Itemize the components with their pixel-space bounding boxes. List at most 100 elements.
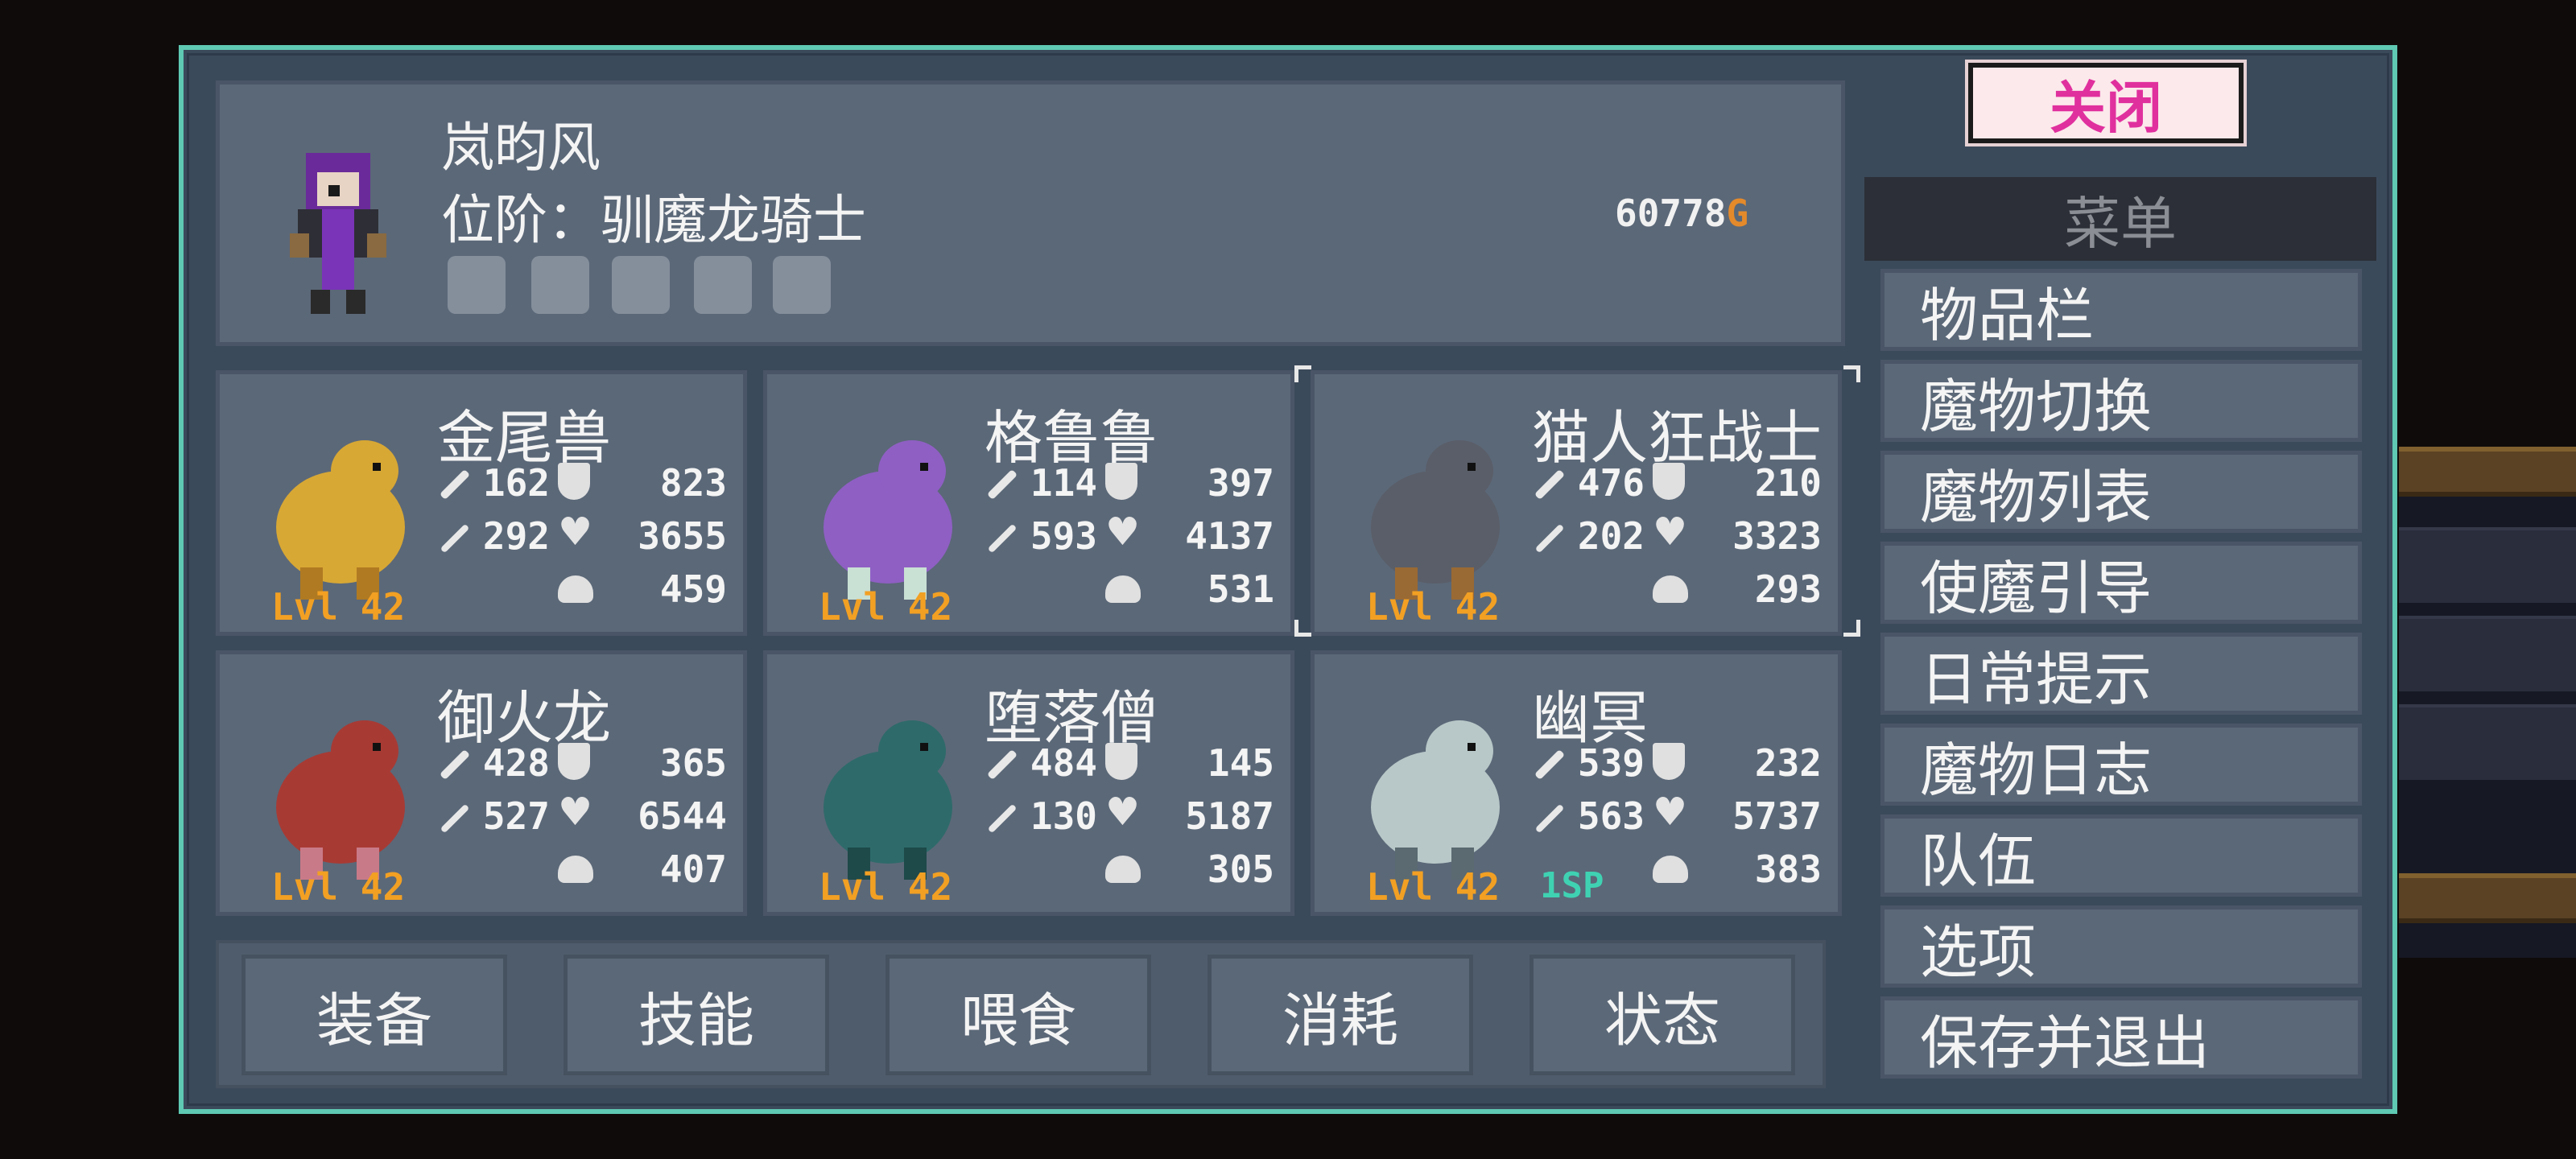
monster-magic-attack: 130 <box>1030 794 1097 838</box>
dungeon-background <box>2399 447 2576 958</box>
monster-level: Lvl 42 <box>271 585 406 629</box>
monster-magic-attack: 563 <box>1577 794 1645 838</box>
monster-weight: 383 <box>1754 848 1822 891</box>
menu-item-save-and-quit[interactable]: 保存并退出 <box>1880 996 2362 1079</box>
defense-icon <box>558 463 590 500</box>
menu-item-inventory[interactable]: 物品栏 <box>1880 269 2362 351</box>
monster-magic-attack: 292 <box>482 514 550 558</box>
monster-defense: 397 <box>1207 461 1274 505</box>
monster-weight: 293 <box>1754 567 1822 611</box>
menu-title: 菜单 <box>1864 177 2376 261</box>
selection-corner-icon <box>1294 365 1311 382</box>
defense-icon <box>558 743 590 780</box>
monster-sprite <box>824 720 952 880</box>
close-button[interactable]: 关闭 <box>1965 60 2247 146</box>
monster-card[interactable]: 金尾兽 162 823 292 ♥ 3655 459 Lvl 42 <box>216 370 747 636</box>
menu-item-options[interactable]: 选项 <box>1880 905 2362 988</box>
monster-health: 3655 <box>638 514 727 558</box>
weight-icon <box>558 575 593 603</box>
wall-brick-gold <box>2399 447 2576 497</box>
weight-icon <box>558 856 593 883</box>
monster-attack: 428 <box>482 741 550 785</box>
weapon-slot-icon[interactable] <box>448 256 506 314</box>
wall-brick-gold <box>2399 873 2576 923</box>
health-icon: ♥ <box>1105 790 1141 835</box>
monster-defense: 365 <box>659 741 727 785</box>
monster-health: 6544 <box>638 794 727 838</box>
monster-weight: 531 <box>1207 567 1274 611</box>
consume-button[interactable]: 消耗 <box>1208 955 1473 1075</box>
monster-sprite <box>276 440 405 600</box>
monster-health: 3323 <box>1732 514 1822 558</box>
monster-weight: 407 <box>659 848 727 891</box>
wall-brick <box>2399 527 2576 603</box>
health-icon: ♥ <box>1653 509 1688 555</box>
monster-sprite <box>1371 720 1500 880</box>
monster-sprite <box>824 440 952 600</box>
health-icon: ♥ <box>558 509 593 555</box>
status-button[interactable]: 状态 <box>1530 955 1795 1075</box>
monster-card[interactable]: 幽冥 539 232 563 ♥ 5737 383 Lvl 42 1SP <box>1311 650 1842 916</box>
monster-attack: 114 <box>1030 461 1097 505</box>
monster-attack: 539 <box>1577 741 1645 785</box>
monster-sprite <box>1371 440 1500 600</box>
health-icon: ♥ <box>1653 790 1688 835</box>
health-icon: ♥ <box>558 790 593 835</box>
helmet-slot-icon[interactable] <box>612 256 670 314</box>
weight-icon <box>1653 575 1688 603</box>
monster-card[interactable]: 猫人狂战士 476 210 202 ♥ 3323 293 Lvl 42 <box>1311 370 1842 636</box>
skills-button[interactable]: 技能 <box>564 955 829 1075</box>
monster-defense: 145 <box>1207 741 1274 785</box>
monster-magic-attack: 202 <box>1577 514 1645 558</box>
defense-icon <box>1105 743 1137 780</box>
health-icon: ♥ <box>1105 509 1141 555</box>
player-rank: 位阶：驯魔龙骑士 <box>441 189 866 251</box>
weight-icon <box>1105 575 1141 603</box>
weight-icon <box>1105 856 1141 883</box>
gold-display: 60778G <box>1615 192 1748 235</box>
monster-magic-attack: 527 <box>482 794 550 838</box>
equip-button[interactable]: 装备 <box>242 955 507 1075</box>
menu-item-monster-list[interactable]: 魔物列表 <box>1880 451 2362 533</box>
menu-item-daily-tips[interactable]: 日常提示 <box>1880 633 2362 715</box>
gold-unit: G <box>1726 192 1749 235</box>
monster-magic-attack: 593 <box>1030 514 1097 558</box>
monster-attack: 162 <box>482 461 550 505</box>
gold-amount: 60778 <box>1615 192 1727 235</box>
defense-icon <box>1653 743 1685 780</box>
armor-slot-icon[interactable] <box>531 256 589 314</box>
menu-item-monster-switch[interactable]: 魔物切换 <box>1880 360 2362 442</box>
monster-defense: 823 <box>659 461 727 505</box>
ring-slot-icon[interactable] <box>773 256 831 314</box>
monster-level: Lvl 42 <box>1366 585 1501 629</box>
monster-skill-points: 1SP <box>1540 865 1604 906</box>
monster-level: Lvl 42 <box>819 585 953 629</box>
selection-corner-icon <box>1294 620 1311 637</box>
monster-attack: 484 <box>1030 741 1097 785</box>
weight-icon <box>1653 856 1688 883</box>
selection-corner-icon <box>1843 620 1860 637</box>
monster-health: 5737 <box>1732 794 1822 838</box>
monster-defense: 232 <box>1754 741 1822 785</box>
defense-icon <box>1653 463 1685 500</box>
selection-corner-icon <box>1843 365 1860 382</box>
accessory-slot-icon[interactable] <box>694 256 752 314</box>
menu-item-party[interactable]: 队伍 <box>1880 815 2362 897</box>
menu-item-monster-journal[interactable]: 魔物日志 <box>1880 724 2362 806</box>
monster-defense: 210 <box>1754 461 1822 505</box>
monster-weight: 305 <box>1207 848 1274 891</box>
monster-level: Lvl 42 <box>271 865 406 909</box>
player-name: 岚昀风 <box>441 117 601 179</box>
defense-icon <box>1105 463 1137 500</box>
monster-card[interactable]: 堕落僧 484 145 130 ♥ 5187 305 Lvl 42 <box>763 650 1294 916</box>
monster-weight: 459 <box>659 567 727 611</box>
menu-item-familiar-guide[interactable]: 使魔引导 <box>1880 542 2362 624</box>
monster-card[interactable]: 格鲁鲁 114 397 593 ♥ 4137 531 Lvl 42 <box>763 370 1294 636</box>
feed-button[interactable]: 喂食 <box>886 955 1151 1075</box>
monster-card[interactable]: 御火龙 428 365 527 ♥ 6544 407 Lvl 42 <box>216 650 747 916</box>
monster-level: Lvl 42 <box>1366 865 1501 909</box>
player-avatar <box>290 153 386 314</box>
monster-level: Lvl 42 <box>819 865 953 909</box>
wall-brick <box>2399 704 2576 780</box>
monster-sprite <box>276 720 405 880</box>
